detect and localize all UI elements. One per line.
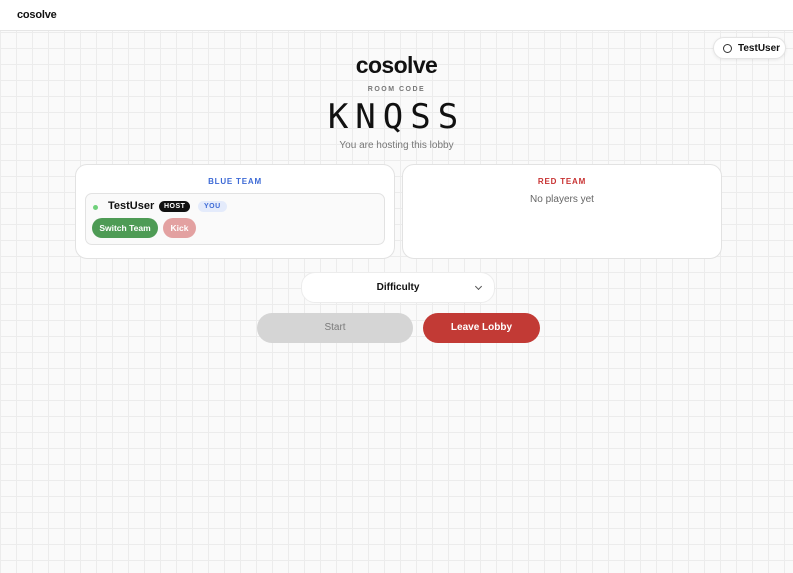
host-badge: HOST: [159, 201, 191, 212]
top-bar: cosolve: [0, 0, 793, 31]
player-card: TestUser HOST YOU Switch Team Kick: [85, 193, 385, 245]
chevron-down-icon: [474, 282, 483, 291]
blue-team-title: BLUE TEAM: [208, 177, 262, 186]
room-code: KNQSS: [327, 97, 466, 137]
brand-link[interactable]: cosolve: [17, 9, 57, 21]
online-status-icon: [93, 205, 98, 210]
you-badge: YOU: [198, 201, 227, 212]
red-team-empty-text: No players yet: [530, 194, 594, 205]
logo: cosolve: [355, 52, 438, 78]
room-code-label: ROOM CODE: [367, 86, 426, 93]
difficulty-select[interactable]: Difficulty: [301, 272, 495, 303]
kick-button[interactable]: Kick: [163, 218, 196, 238]
player-name: TestUser: [108, 200, 155, 212]
difficulty-value: Difficulty: [376, 282, 420, 293]
start-button[interactable]: Start: [257, 313, 413, 343]
red-team-card: RED TEAM No players yet: [402, 164, 722, 259]
blue-team-card: BLUE TEAM TestUser HOST YOU Switch Team …: [75, 164, 395, 259]
red-team-title: RED TEAM: [537, 177, 587, 186]
hosting-status: You are hosting this lobby: [339, 140, 454, 151]
switch-team-button[interactable]: Switch Team: [92, 218, 158, 238]
leave-lobby-button[interactable]: Leave Lobby: [423, 313, 540, 343]
